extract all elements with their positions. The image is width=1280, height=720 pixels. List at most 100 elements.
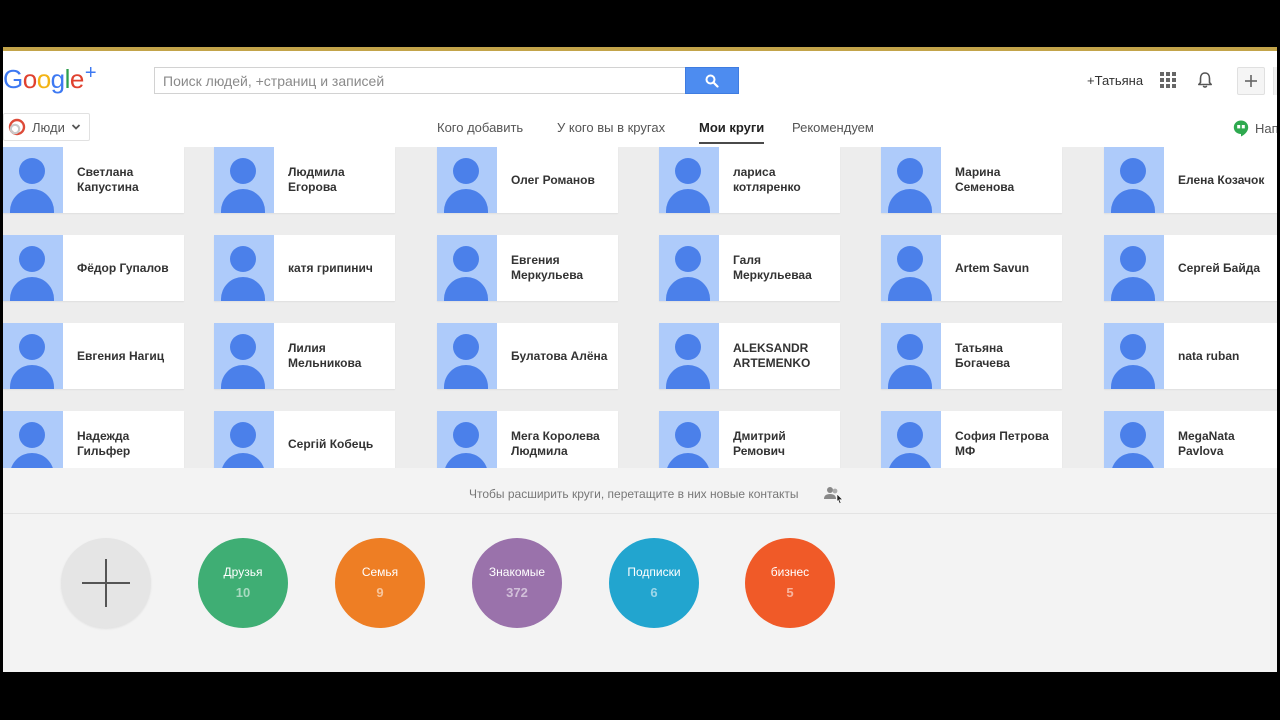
- contact-card[interactable]: Евгения Нагиц: [3, 323, 184, 389]
- divider: [3, 513, 1277, 514]
- avatar: [214, 235, 274, 301]
- drag-hint-text: Чтобы расширить круги, перетащите в них …: [469, 487, 799, 501]
- header-edge: [1273, 67, 1277, 95]
- notifications-bell-icon[interactable]: [1196, 71, 1214, 89]
- tab-who-to-add[interactable]: Кого добавить: [437, 108, 523, 147]
- contact-name: Светлана Капустина: [77, 165, 139, 194]
- circle-name: Друзья: [223, 565, 263, 579]
- circle-name: Подписки: [627, 565, 681, 579]
- avatar: [1104, 323, 1164, 389]
- circle-count: 372: [506, 585, 528, 600]
- contact-name: Фёдор Гупалов: [77, 260, 169, 275]
- contact-card[interactable]: Светлана Капустина: [3, 147, 184, 213]
- contact-card[interactable]: Дмитрий Ремович: [659, 411, 840, 468]
- contact-card[interactable]: nata ruban: [1104, 323, 1277, 389]
- people-dropdown[interactable]: Люди: [3, 113, 90, 141]
- avatar: [659, 147, 719, 213]
- contact-card[interactable]: Лилия Мельникова: [214, 323, 395, 389]
- contact-card[interactable]: ALEKSANDR ARTEMENKO: [659, 323, 840, 389]
- circle-3[interactable]: Подписки 6: [609, 538, 699, 628]
- contact-name: лариса котляренко: [733, 165, 801, 194]
- avatar: [437, 411, 497, 468]
- header: Google+ +Татьяна: [3, 51, 1277, 108]
- contact-card[interactable]: катя грипинич: [214, 235, 395, 301]
- search-button[interactable]: [685, 67, 739, 94]
- contact-name: Галя Меркульеваа: [733, 253, 812, 282]
- avatar: [437, 147, 497, 213]
- contact-name: Дмитрий Ремович: [733, 429, 786, 458]
- apps-grid-icon[interactable]: [1160, 72, 1176, 88]
- circle-0[interactable]: Друзья 10: [198, 538, 288, 628]
- avatar: [437, 235, 497, 301]
- avatar: [659, 235, 719, 301]
- contact-name: Марина Семенова: [955, 165, 1015, 194]
- avatar: [1104, 411, 1164, 468]
- contact-name: Евгения Нагиц: [77, 348, 165, 363]
- contact-card[interactable]: Сергій Кобець: [214, 411, 395, 468]
- tab-recommended[interactable]: Рекомендуем: [792, 108, 874, 147]
- avatar: [214, 411, 274, 468]
- search-input[interactable]: [155, 68, 685, 93]
- user-profile-link[interactable]: +Татьяна: [1087, 73, 1143, 88]
- avatar: [214, 147, 274, 213]
- contact-card[interactable]: Сергей Байда: [1104, 235, 1277, 301]
- avatar: [3, 411, 63, 468]
- avatar: [881, 411, 941, 468]
- contact-card[interactable]: Мега Королева Людмила: [437, 411, 618, 468]
- contact-card[interactable]: Фёдор Гупалов: [3, 235, 184, 301]
- contact-card[interactable]: Булатова Алёна: [437, 323, 618, 389]
- circle-count: 10: [235, 585, 251, 600]
- contact-name: MegaNata Pavlova: [1178, 429, 1235, 458]
- circle-2[interactable]: Знакомые 372: [472, 538, 562, 628]
- contact-card[interactable]: Олег Романов: [437, 147, 618, 213]
- people-dropdown-label: Люди: [32, 119, 65, 135]
- circle-1[interactable]: Семья 9: [335, 538, 425, 628]
- plus-icon: [1245, 75, 1257, 87]
- contact-card[interactable]: София Петрова МФ: [881, 411, 1062, 468]
- search-box: [154, 67, 686, 94]
- sub-navigation: Люди Кого добавить У кого вы в кругах Мо…: [3, 108, 1277, 147]
- contact-name: Олег Романов: [511, 172, 595, 187]
- create-circle-button[interactable]: [61, 538, 151, 628]
- contact-card[interactable]: Людмила Егорова: [214, 147, 395, 213]
- contact-card[interactable]: Евгения Меркульева: [437, 235, 618, 301]
- circle-count: 6: [650, 585, 658, 600]
- contact-name: Мега Королева Людмила: [511, 429, 600, 458]
- contact-name: ALEKSANDR ARTEMENKO: [733, 341, 811, 370]
- avatar: [881, 147, 941, 213]
- circle-name: бизнес: [770, 565, 810, 579]
- contact-name: Надежда Гильфер: [77, 429, 131, 458]
- avatar: [437, 323, 497, 389]
- contact-card[interactable]: Марина Семенова: [881, 147, 1062, 213]
- contact-card[interactable]: MegaNata Pavlova: [1104, 411, 1277, 468]
- contact-card[interactable]: Татьяна Богачева: [881, 323, 1062, 389]
- contact-name: Татьяна Богачева: [955, 341, 1010, 370]
- contact-name: Елена Козачок: [1178, 172, 1265, 187]
- contact-card[interactable]: Галя Меркульеваа: [659, 235, 840, 301]
- google-plus-logo[interactable]: Google+: [3, 62, 97, 95]
- contact-name: Сергей Байда: [1178, 260, 1261, 275]
- people-circles-icon: [8, 118, 26, 136]
- contact-card[interactable]: лариса котляренко: [659, 147, 840, 213]
- circle-count: 9: [376, 585, 384, 600]
- contact-name: Людмила Егорова: [288, 165, 345, 194]
- contact-card[interactable]: Надежда Гильфер: [3, 411, 184, 468]
- share-plus-button[interactable]: [1237, 67, 1265, 95]
- contact-name: Евгения Меркульева: [511, 253, 584, 282]
- hangouts-launcher[interactable]: Нап: [1233, 120, 1277, 137]
- avatar: [1104, 235, 1164, 301]
- tab-have-you-in-circles[interactable]: У кого вы в кругах: [557, 108, 665, 147]
- circle-4[interactable]: бизнес 5: [745, 538, 835, 628]
- avatar: [3, 235, 63, 301]
- avatar: [1104, 147, 1164, 213]
- hangouts-label: Нап: [1255, 121, 1277, 136]
- contact-card[interactable]: Artem Savun: [881, 235, 1062, 301]
- avatar: [881, 235, 941, 301]
- avatar: [3, 147, 63, 213]
- circle-name: Семья: [361, 565, 399, 579]
- drag-people-icon: [824, 487, 844, 504]
- video-letterbox-top: [0, 0, 1280, 47]
- contact-card[interactable]: Елена Козачок: [1104, 147, 1277, 213]
- avatar: [3, 323, 63, 389]
- tab-my-circles[interactable]: Мои круги: [699, 108, 765, 147]
